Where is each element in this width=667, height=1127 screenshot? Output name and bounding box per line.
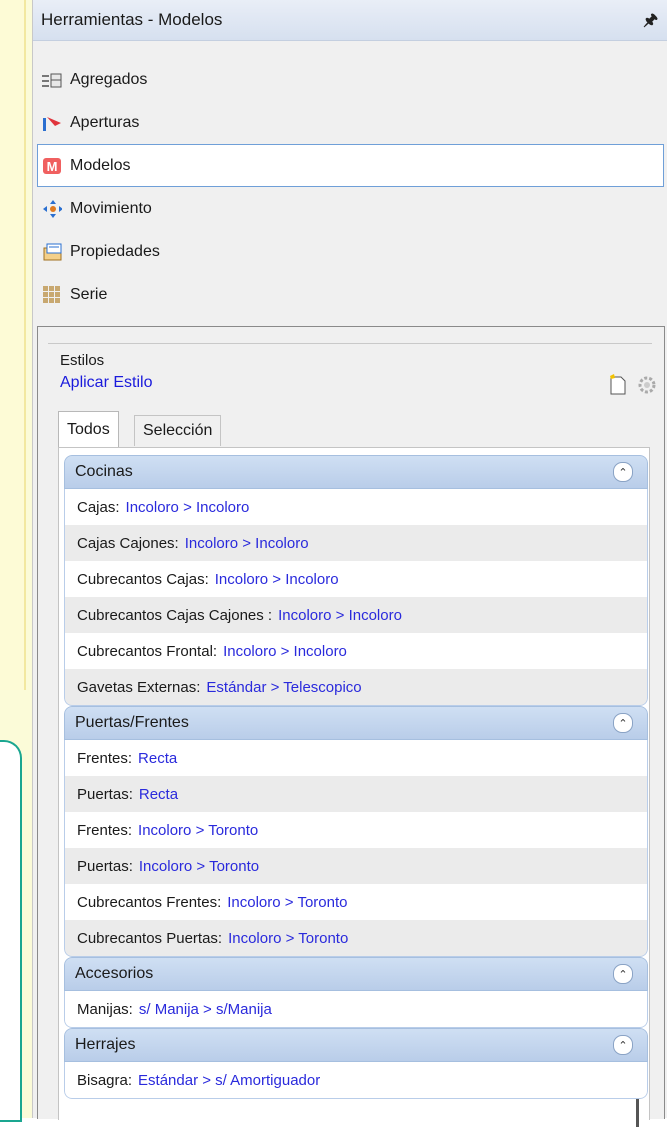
row-value-link[interactable]: Recta bbox=[138, 750, 177, 767]
nav-label: Propiedades bbox=[70, 242, 160, 260]
style-row: Manijas: s/ Manija > s/Manija bbox=[64, 991, 648, 1028]
tab-todos[interactable]: Todos bbox=[58, 411, 119, 448]
aggregates-icon bbox=[42, 70, 62, 90]
row-label: Cajas: bbox=[77, 498, 120, 516]
styles-groupbox: Estilos Aplicar Estilo bbox=[48, 343, 656, 414]
openings-icon bbox=[42, 113, 62, 133]
pin-icon[interactable]: 🖈 bbox=[643, 9, 658, 36]
move-icon bbox=[42, 199, 62, 219]
background-window-edge bbox=[0, 0, 32, 1122]
row-label: Gavetas Externas: bbox=[77, 678, 201, 696]
group-header[interactable]: Cocinas ⌃ bbox=[64, 455, 648, 489]
style-row: Cajas: Incoloro > Incoloro bbox=[64, 489, 648, 525]
row-label: Frentes: bbox=[77, 749, 133, 767]
row-label: Cubrecantos Cajas: bbox=[77, 570, 209, 588]
row-label: Cajas Cajones: bbox=[77, 534, 179, 552]
group-header[interactable]: Herrajes ⌃ bbox=[64, 1028, 648, 1062]
nav-list: Agregados Aperturas M Modelos Movimiento… bbox=[33, 58, 667, 316]
row-label: Puertas: bbox=[77, 857, 133, 875]
tab-label: Todos bbox=[67, 421, 110, 438]
styles-group-label: Estilos bbox=[60, 352, 109, 369]
tab-seleccion[interactable]: Selección bbox=[134, 415, 222, 446]
collapse-icon[interactable]: ⌃ bbox=[613, 713, 633, 733]
models-icon: M bbox=[42, 156, 62, 176]
row-value-link[interactable]: Incoloro > Incoloro bbox=[278, 607, 402, 624]
row-label: Frentes: bbox=[77, 821, 133, 839]
nav-item-serie[interactable]: Serie bbox=[37, 273, 664, 316]
series-icon bbox=[42, 285, 62, 305]
styles-container: Estilos Aplicar Estilo Todos Selección C… bbox=[37, 326, 665, 1127]
row-value-link[interactable]: Incoloro > Toronto bbox=[139, 858, 259, 875]
row-value-link[interactable]: Incoloro > Incoloro bbox=[215, 571, 339, 588]
style-row: Bisagra: Estándar > s/ Amortiguador bbox=[64, 1062, 648, 1099]
tab-label: Selección bbox=[143, 422, 213, 439]
group-title: Puertas/Frentes bbox=[75, 714, 189, 731]
new-style-icon[interactable] bbox=[608, 374, 628, 401]
style-row: Cubrecantos Cajas: Incoloro > Incoloro bbox=[64, 561, 648, 597]
group-header[interactable]: Accesorios ⌃ bbox=[64, 957, 648, 991]
row-label: Cubrecantos Frentes: bbox=[77, 893, 222, 911]
nav-label: Serie bbox=[70, 285, 108, 303]
row-value-link[interactable]: Estándar > s/ Amortiguador bbox=[138, 1072, 320, 1089]
style-row: Cubrecantos Cajas Cajones : Incoloro > In… bbox=[64, 597, 648, 633]
style-row: Cajas Cajones: Incoloro > Incoloro bbox=[64, 525, 648, 561]
row-label: Cubrecantos Puertas: bbox=[77, 929, 223, 947]
group-cocinas: Cocinas ⌃ Cajas: Incoloro > Incoloro Caja… bbox=[64, 455, 648, 706]
panel-titlebar[interactable]: Herramientas - Modelos 🖈 bbox=[33, 0, 667, 41]
style-row: Puertas: Incoloro > Toronto bbox=[64, 848, 648, 884]
row-value-link[interactable]: Recta bbox=[139, 786, 178, 803]
panel-title: Herramientas - Modelos bbox=[41, 10, 223, 29]
row-value-link[interactable]: Incoloro > Toronto bbox=[138, 822, 258, 839]
group-header[interactable]: Puertas/Frentes ⌃ bbox=[64, 706, 648, 740]
row-label: Puertas: bbox=[77, 785, 133, 803]
style-row: Frentes: Recta bbox=[64, 740, 648, 776]
tools-panel: Herramientas - Modelos 🖈 Agregados Apert… bbox=[32, 0, 667, 1127]
nav-item-movimiento[interactable]: Movimiento bbox=[37, 187, 664, 230]
background-teal-panel bbox=[0, 740, 22, 1122]
group-accesorios: Accesorios ⌃ Manijas: s/ Manija > s/Manij… bbox=[64, 957, 648, 1028]
properties-icon bbox=[42, 242, 62, 262]
nav-item-propiedades[interactable]: Propiedades bbox=[37, 230, 664, 273]
row-value-link[interactable]: Incoloro > Toronto bbox=[228, 930, 348, 947]
group-title: Cocinas bbox=[75, 463, 133, 480]
group-title: Accesorios bbox=[75, 965, 154, 982]
style-row: Frentes: Incoloro > Toronto bbox=[64, 812, 648, 848]
collapse-icon[interactable]: ⌃ bbox=[613, 462, 633, 482]
row-label: Bisagra: bbox=[77, 1071, 133, 1089]
row-value-link[interactable]: s/ Manija > s/Manija bbox=[139, 1001, 272, 1018]
style-row: Cubrecantos Frontal: Incoloro > Incoloro bbox=[64, 633, 648, 669]
group-title: Herrajes bbox=[75, 1036, 136, 1053]
svg-text:M: M bbox=[47, 159, 58, 174]
nav-label: Movimiento bbox=[70, 199, 152, 217]
style-row: Cubrecantos Frentes: Incoloro > Toronto bbox=[64, 884, 648, 920]
style-row: Gavetas Externas: Estándar > Telescopico bbox=[64, 669, 648, 706]
style-row: Puertas: Recta bbox=[64, 776, 648, 812]
nav-item-aperturas[interactable]: Aperturas bbox=[37, 101, 664, 144]
gear-icon[interactable] bbox=[636, 374, 658, 401]
row-value-link[interactable]: Incoloro > Incoloro bbox=[185, 535, 309, 552]
nav-label: Aperturas bbox=[70, 113, 140, 131]
row-label: Manijas: bbox=[77, 1000, 133, 1018]
row-value-link[interactable]: Estándar > Telescopico bbox=[206, 679, 361, 696]
group-puertas-frentes: Puertas/Frentes ⌃ Frentes: Recta Puertas:… bbox=[64, 706, 648, 957]
style-row: Cubrecantos Puertas: Incoloro > Toronto bbox=[64, 920, 648, 957]
nav-label: Modelos bbox=[70, 156, 131, 174]
collapse-icon[interactable]: ⌃ bbox=[613, 964, 633, 984]
row-label: Cubrecantos Cajas Cajones : bbox=[77, 606, 273, 624]
nav-item-agregados[interactable]: Agregados bbox=[37, 58, 664, 101]
collapse-icon[interactable]: ⌃ bbox=[613, 1035, 633, 1055]
group-herrajes: Herrajes ⌃ Bisagra: Estándar > s/ Amortig… bbox=[64, 1028, 648, 1099]
row-label: Cubrecantos Frontal: bbox=[77, 642, 218, 660]
nav-item-modelos[interactable]: M Modelos bbox=[37, 144, 664, 187]
style-groups: Cocinas ⌃ Cajas: Incoloro > Incoloro Caja… bbox=[64, 455, 648, 1099]
row-value-link[interactable]: Incoloro > Incoloro bbox=[223, 643, 347, 660]
apply-style-link[interactable]: Aplicar Estilo bbox=[60, 374, 152, 392]
background-note-panel bbox=[0, 0, 26, 690]
row-value-link[interactable]: Incoloro > Incoloro bbox=[126, 499, 250, 516]
row-value-link[interactable]: Incoloro > Toronto bbox=[227, 894, 347, 911]
nav-label: Agregados bbox=[70, 70, 148, 88]
